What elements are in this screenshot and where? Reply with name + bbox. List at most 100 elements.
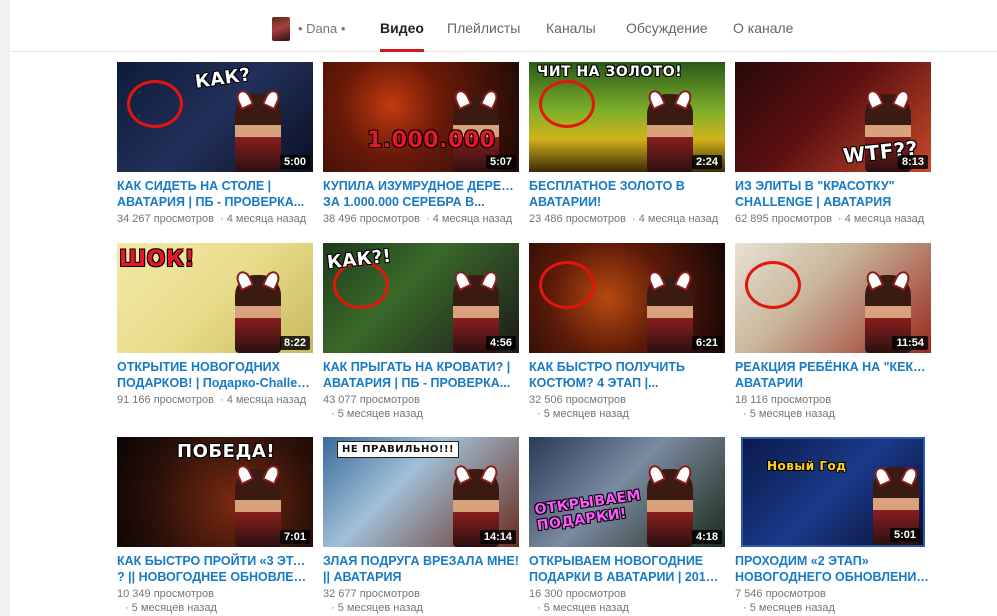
thumbnail-caption: Новый Год: [767, 459, 847, 473]
video-title-line: ЗЛАЯ ПОДРУГА ВРЕЗАЛА МНЕ!: [323, 554, 519, 568]
video-meta: 18 116 просмотров 5 месяцев назад: [735, 393, 931, 421]
video-title-line: ЗА 1.000.000 СЕРЕБРА В...: [323, 195, 485, 209]
video-thumbnail[interactable]: ЧИТ НА ЗОЛОТО! 2:24: [529, 62, 725, 172]
thumbnail-caption: ОТКРЫВАЕМ ПОДАРКИ!: [533, 487, 643, 535]
video-duration-badge: 8:22: [279, 336, 310, 350]
video-thumbnail[interactable]: КАК?! 4:56: [323, 243, 519, 353]
video-thumbnail[interactable]: НЕ ПРАВИЛЬНО!!! 14:14: [323, 437, 519, 547]
video-title-link[interactable]: КУПИЛА ИЗУМРУДНОЕ ДЕРЕВО ЗА 1.000.000 СЕР…: [323, 178, 519, 210]
video-title-link[interactable]: КАК БЫСТРО ПОЛУЧИТЬ КОСТЮМ? 4 ЭТАП |...: [529, 359, 725, 391]
thumbnail-caption: 1.000.000: [367, 128, 496, 153]
video-card[interactable]: ОТКРЫВАЕМ ПОДАРКИ! 4:18 ОТКРЫВАЕМ НОВОГОДН…: [529, 437, 725, 615]
video-card[interactable]: 11:54 РЕАКЦИЯ РЕБЁНКА НА "КЕКС" В АВАТАРИИ…: [735, 243, 931, 421]
video-title-link[interactable]: ОТКРЫВАЕМ НОВОГОДНИЕ ПОДАРКИ В АВАТАРИИ |…: [529, 553, 725, 585]
thumbnail-caption: ЧИТ НА ЗОЛОТО!: [537, 64, 683, 80]
video-card[interactable]: WTF?? 8:13 ИЗ ЭЛИТЫ В "КРАСОТКУ" CHALLENGE …: [735, 62, 931, 226]
video-title-line: ОТКРЫВАЕМ НОВОГОДНИЕ: [529, 554, 704, 568]
video-title-link[interactable]: ПРОХОДИМ «2 ЭТАП» НОВОГОДНЕГО ОБНОВЛЕНИЯ.…: [735, 553, 931, 585]
video-meta: 10 349 просмотров 5 месяцев назад: [117, 587, 313, 615]
video-card[interactable]: Новый Год 5:01 ПРОХОДИМ «2 ЭТАП» НОВОГОДНЕГ…: [735, 437, 931, 615]
tab-channels[interactable]: Каналы: [546, 20, 596, 52]
tab-playlists[interactable]: Плейлисты: [447, 20, 520, 52]
video-title-link[interactable]: БЕСПЛАТНОЕ ЗОЛОТО В АВАТАРИИ!: [529, 178, 725, 210]
video-title-link[interactable]: ЗЛАЯ ПОДРУГА ВРЕЗАЛА МНЕ! || АВАТАРИЯ: [323, 553, 519, 585]
view-count: 32 677 просмотров: [323, 588, 420, 600]
video-thumbnail[interactable]: ОТКРЫВАЕМ ПОДАРКИ! 4:18: [529, 437, 725, 547]
channel-avatar[interactable]: [272, 17, 290, 41]
view-count: 16 300 просмотров: [529, 588, 626, 600]
video-title-link[interactable]: ОТКРЫТИЕ НОВОГОДНИХ ПОДАРКОВ! | Подарко-C…: [117, 359, 313, 391]
video-meta: 43 077 просмотров 5 месяцев назад: [323, 393, 519, 421]
highlight-circle: [127, 80, 183, 128]
video-card[interactable]: ШОК! 8:22 ОТКРЫТИЕ НОВОГОДНИХ ПОДАРКОВ! | П…: [117, 243, 313, 407]
video-thumbnail[interactable]: ШОК! 8:22: [117, 243, 313, 353]
channel-nav-bar: • Dana • Видео Плейлисты Каналы Обсужден…: [10, 0, 997, 52]
video-title-line: ? || НОВОГОДНЕЕ ОБНОВЛЕНИЕ...: [117, 570, 313, 584]
video-meta: 32 506 просмотров 5 месяцев назад: [529, 393, 725, 421]
video-title-link[interactable]: КАК БЫСТРО ПРОЙТИ «3 ЭТАП» ? || НОВОГОДНЕ…: [117, 553, 313, 585]
video-card[interactable]: КАК?! 4:56 КАК ПРЫГАТЬ НА КРОВАТИ? | АВАТАР…: [323, 243, 519, 421]
view-count: 62 895 просмотров: [735, 213, 832, 225]
video-duration-badge: 5:01: [889, 528, 920, 542]
video-title-link[interactable]: КАК ПРЫГАТЬ НА КРОВАТИ? | АВАТАРИЯ | ПБ -…: [323, 359, 519, 391]
video-duration-badge: 5:07: [485, 155, 516, 169]
video-meta: 62 895 просмотров 4 месяца назад: [735, 212, 931, 226]
video-thumbnail[interactable]: Новый Год 5:01: [741, 437, 925, 547]
video-title-line: АВАТАРИЯ | ПБ - ПРОВЕРКА...: [117, 195, 305, 209]
video-title-link[interactable]: РЕАКЦИЯ РЕБЁНКА НА "КЕКС" В АВАТАРИИ: [735, 359, 931, 391]
video-thumbnail[interactable]: ПОБЕДА! 7:01: [117, 437, 313, 547]
upload-age: 4 месяца назад: [632, 213, 718, 225]
video-title-line: КУПИЛА ИЗУМРУДНОЕ ДЕРЕВО: [323, 179, 519, 193]
video-title-link[interactable]: КАК СИДЕТЬ НА СТОЛЕ | АВАТАРИЯ | ПБ - ПРО…: [117, 178, 313, 210]
channel-name[interactable]: • Dana •: [298, 21, 345, 36]
video-card[interactable]: 6:21 КАК БЫСТРО ПОЛУЧИТЬ КОСТЮМ? 4 ЭТАП |.…: [529, 243, 725, 421]
tab-discussion[interactable]: Обсуждение: [626, 20, 708, 52]
video-meta: 16 300 просмотров 5 месяцев назад: [529, 587, 725, 615]
highlight-circle: [745, 261, 801, 309]
video-thumbnail[interactable]: 1.000.000 5:07: [323, 62, 519, 172]
tab-about[interactable]: О канале: [733, 20, 793, 52]
video-duration-badge: 8:13: [897, 155, 928, 169]
upload-age: 4 месяца назад: [220, 213, 306, 225]
upload-age: 5 месяцев назад: [331, 602, 423, 614]
view-count: 91 166 просмотров: [117, 394, 214, 406]
video-title-line: КАК БЫСТРО ПОЛУЧИТЬ: [529, 360, 686, 374]
video-meta: 38 496 просмотров 4 месяца назад: [323, 212, 519, 226]
upload-age: 5 месяцев назад: [125, 602, 217, 614]
video-thumbnail[interactable]: КАК? 5:00: [117, 62, 313, 172]
upload-age: 4 месяца назад: [426, 213, 512, 225]
video-duration-badge: 11:54: [892, 336, 928, 350]
video-title-line: || АВАТАРИЯ: [323, 570, 402, 584]
video-card[interactable]: КАК? 5:00 КАК СИДЕТЬ НА СТОЛЕ | АВАТАРИЯ | …: [117, 62, 313, 226]
video-title-line: БЕСПЛАТНОЕ ЗОЛОТО В: [529, 179, 685, 193]
view-count: 10 349 просмотров: [117, 588, 214, 600]
video-duration-badge: 2:24: [691, 155, 722, 169]
tab-videos[interactable]: Видео: [380, 20, 424, 52]
upload-age: 4 месяца назад: [220, 394, 306, 406]
upload-age: 5 месяцев назад: [743, 602, 835, 614]
video-title-line: КАК СИДЕТЬ НА СТОЛЕ |: [117, 179, 272, 193]
video-title-line: ИЗ ЭЛИТЫ В "КРАСОТКУ": [735, 179, 895, 193]
video-card[interactable]: ПОБЕДА! 7:01 КАК БЫСТРО ПРОЙТИ «3 ЭТАП» ? |…: [117, 437, 313, 615]
view-count: 43 077 просмотров: [323, 394, 420, 406]
video-duration-badge: 4:56: [485, 336, 516, 350]
upload-age: 5 месяцев назад: [537, 408, 629, 420]
video-title-line: АВАТАРИИ!: [529, 195, 602, 209]
view-count: 38 496 просмотров: [323, 213, 420, 225]
video-thumbnail[interactable]: 11:54: [735, 243, 931, 353]
video-title-link[interactable]: ИЗ ЭЛИТЫ В "КРАСОТКУ" CHALLENGE | АВАТАРИ…: [735, 178, 931, 210]
video-title-line: ПРОХОДИМ «2 ЭТАП»: [735, 554, 869, 568]
video-duration-badge: 6:21: [691, 336, 722, 350]
video-title-line: КОСТЮМ? 4 ЭТАП |...: [529, 376, 659, 390]
video-title-line: ПОДАРКОВ! | Подарко-Challeng...: [117, 376, 313, 390]
video-card[interactable]: 1.000.000 5:07 КУПИЛА ИЗУМРУДНОЕ ДЕРЕВО ЗА …: [323, 62, 519, 226]
video-thumbnail[interactable]: WTF?? 8:13: [735, 62, 931, 172]
video-meta: 7 546 просмотров 5 месяцев назад: [735, 587, 931, 615]
video-card[interactable]: ЧИТ НА ЗОЛОТО! 2:24 БЕСПЛАТНОЕ ЗОЛОТО В АВА…: [529, 62, 725, 226]
video-card[interactable]: НЕ ПРАВИЛЬНО!!! 14:14 ЗЛАЯ ПОДРУГА ВРЕЗАЛА…: [323, 437, 519, 615]
video-duration-badge: 7:01: [279, 530, 310, 544]
upload-age: 5 месяцев назад: [743, 408, 835, 420]
video-thumbnail[interactable]: 6:21: [529, 243, 725, 353]
video-duration-badge: 4:18: [691, 530, 722, 544]
upload-age: 5 месяцев назад: [537, 602, 629, 614]
